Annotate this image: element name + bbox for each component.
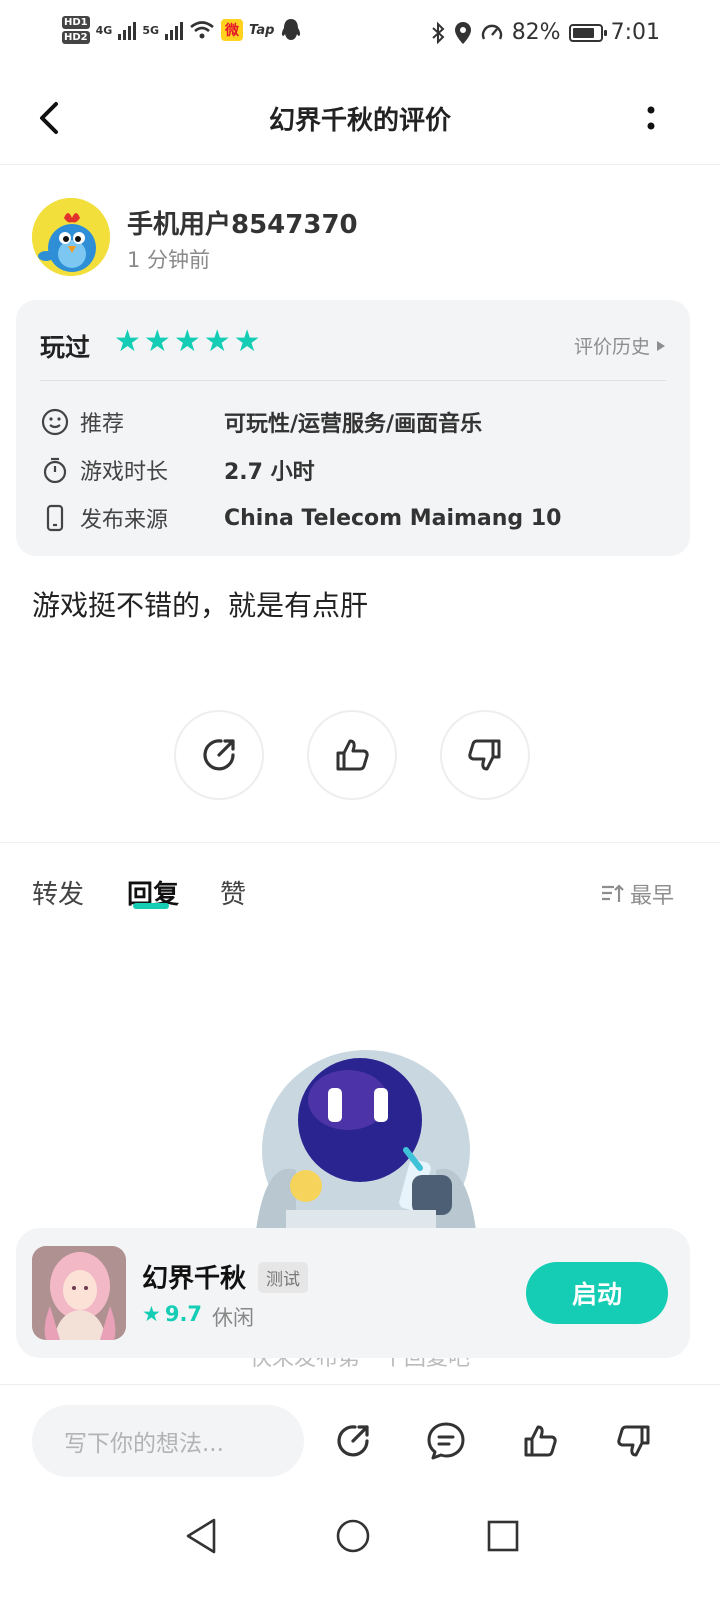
like-button[interactable] bbox=[307, 710, 397, 800]
comment-icon[interactable] bbox=[424, 1419, 468, 1463]
wifi-icon bbox=[190, 21, 214, 39]
game-character-art-icon bbox=[32, 1246, 126, 1340]
game-rating: ★ 9.7 bbox=[142, 1302, 202, 1326]
top-app-bar: 幻界千秋的评价 bbox=[0, 72, 720, 165]
launch-button[interactable]: 启动 bbox=[526, 1262, 668, 1324]
status-bar: HD1 HD2 4G 5G 微 Tap 82% 7:01 bbox=[0, 0, 720, 72]
review-time: 1 分钟前 bbox=[127, 248, 211, 272]
star-icon: ★ bbox=[114, 324, 141, 359]
game-name[interactable]: 幻界千秋 bbox=[142, 1258, 246, 1295]
sort-button[interactable]: 最早 bbox=[600, 878, 674, 910]
detail-row-recommend: 推荐 可玩性/运营服务/画面音乐 bbox=[40, 404, 482, 440]
card-divider bbox=[40, 380, 666, 381]
game-category: 休闲 bbox=[212, 1306, 254, 1330]
more-options-icon[interactable] bbox=[636, 96, 666, 140]
review-summary-card: 玩过 ★ ★ ★ ★ ★ 评价历史 推荐 可玩性/运营服务/画面音乐 游戏时长 2.7 … bbox=[16, 300, 690, 556]
phone-icon bbox=[46, 504, 64, 532]
hd1-tag: HD1 bbox=[62, 16, 90, 29]
star-icon: ★ bbox=[142, 1302, 161, 1326]
active-tab-indicator bbox=[133, 903, 169, 909]
avatar[interactable] bbox=[32, 198, 110, 276]
section-divider bbox=[0, 842, 720, 843]
net2-label: 5G bbox=[142, 23, 160, 37]
detail-label: 发布来源 bbox=[80, 508, 169, 533]
tab-likes[interactable]: 赞 bbox=[220, 874, 246, 911]
review-text: 游戏挺不错的，就是有点肝 bbox=[32, 589, 369, 622]
clock: 7:01 bbox=[610, 20, 660, 45]
bottom-action-bar: 写下你的想法... bbox=[0, 1384, 720, 1499]
nav-back-icon[interactable] bbox=[182, 1516, 222, 1556]
nav-home-icon[interactable] bbox=[333, 1516, 373, 1556]
system-nav-bar bbox=[0, 1498, 720, 1600]
tab-forward[interactable]: 转发 bbox=[32, 874, 84, 911]
status-right: 82% 7:01 bbox=[430, 20, 660, 45]
tap-app-icon: Tap bbox=[249, 22, 275, 38]
test-badge: 测试 bbox=[258, 1262, 308, 1293]
battery-percent: 82% bbox=[511, 20, 561, 45]
location-icon bbox=[454, 21, 471, 44]
net1-label: 4G bbox=[95, 23, 113, 37]
detail-value: 可玩性/运营服务/画面音乐 bbox=[224, 412, 483, 437]
status-left: HD1 HD2 4G 5G 微 Tap bbox=[62, 16, 302, 44]
bird-avatar-icon bbox=[32, 198, 110, 276]
page-title: 幻界千秋的评价 bbox=[268, 106, 451, 136]
data-saver-icon bbox=[481, 24, 502, 40]
thumbs-down-icon bbox=[468, 739, 501, 771]
qq-icon bbox=[282, 19, 301, 40]
weibo-icon: 微 bbox=[221, 19, 244, 41]
smiley-icon bbox=[41, 408, 69, 436]
star-icon: ★ bbox=[203, 324, 231, 359]
robot-mascot-illustration bbox=[236, 1050, 496, 1228]
stopwatch-icon bbox=[43, 457, 67, 484]
game-thumbnail[interactable] bbox=[32, 1246, 126, 1340]
detail-row-source: 发布来源 China Telecom Maimang 10 bbox=[40, 500, 561, 536]
comment-input[interactable]: 写下你的想法... bbox=[32, 1405, 304, 1477]
star-icon: ★ bbox=[233, 324, 261, 359]
signal2-icon bbox=[165, 20, 184, 40]
detail-label: 推荐 bbox=[80, 412, 125, 437]
share-icon bbox=[203, 739, 235, 771]
share-button[interactable] bbox=[174, 710, 264, 800]
hd-indicator: HD1 HD2 bbox=[62, 16, 90, 44]
game-rating-value: 9.7 bbox=[164, 1302, 203, 1326]
bluetooth-icon bbox=[432, 21, 445, 44]
signal1-icon bbox=[118, 20, 137, 40]
detail-value: China Telecom Maimang 10 bbox=[224, 505, 562, 531]
battery-icon bbox=[568, 23, 607, 42]
thumbs-up-icon[interactable] bbox=[518, 1419, 562, 1463]
share-icon[interactable] bbox=[331, 1419, 375, 1463]
detail-label: 游戏时长 bbox=[80, 460, 169, 485]
game-card[interactable]: 幻界千秋 测试 ★ 9.7 休闲 启动 bbox=[16, 1228, 690, 1358]
star-icon: ★ bbox=[173, 324, 201, 359]
sort-label: 最早 bbox=[629, 884, 674, 909]
dislike-button[interactable] bbox=[440, 710, 530, 800]
nav-recents-icon[interactable] bbox=[483, 1516, 523, 1556]
hd2-tag: HD2 bbox=[62, 31, 90, 44]
detail-row-playtime: 游戏时长 2.7 小时 bbox=[40, 452, 315, 488]
star-rating: ★ ★ ★ ★ ★ bbox=[114, 326, 261, 358]
rating-history-link[interactable]: 评价历史 bbox=[574, 332, 666, 359]
username[interactable]: 手机用户8547370 bbox=[127, 204, 358, 241]
star-icon: ★ bbox=[143, 324, 171, 359]
played-label: 玩过 bbox=[40, 333, 91, 362]
detail-value: 2.7 小时 bbox=[224, 460, 315, 485]
rating-history-label: 评价历史 bbox=[573, 336, 650, 358]
thumbs-up-icon bbox=[336, 739, 369, 771]
sort-icon bbox=[601, 884, 624, 902]
triangle-right-icon bbox=[657, 340, 665, 351]
thumbs-down-icon[interactable] bbox=[612, 1419, 656, 1463]
